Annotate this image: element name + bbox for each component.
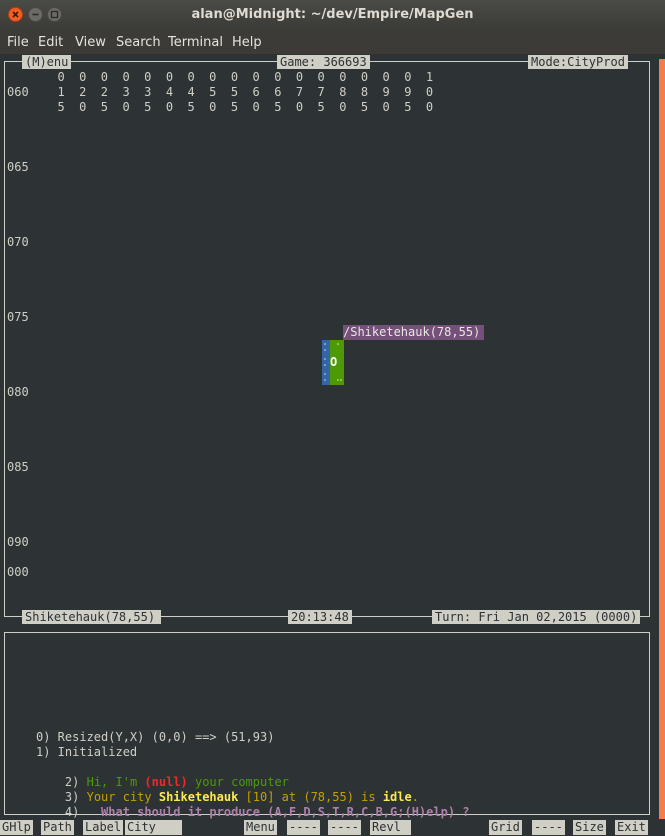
window-title: alan@Midnight: ~/dev/Empire/MapGen [191,7,474,22]
title-bar: alan@Midnight: ~/dev/Empire/MapGen [0,0,665,31]
log-line-0: 0) Resized(Y,X) (0,0) ==> (51,93) [36,730,275,744]
city-status-label: Shiketehauk(78,55) [22,610,161,624]
scrollbar-thumb[interactable] [659,59,665,819]
menu-view[interactable]: View [75,35,106,50]
log-line-3: 3) Your city Shiketehauk [10] at (78,55)… [36,775,419,804]
row-label-000: 000 [7,565,29,579]
log-line-4-prompt: What should it produce (A,F,D,S,T,R,C,B,… [86,805,470,819]
water-dots [324,343,326,381]
row-label-065: 065 [7,160,29,174]
game-id-label: Game: 366693 [277,55,370,69]
city-map-symbol[interactable]: O [330,355,337,370]
log-line-4-number: 4) [64,805,87,819]
menu-bar: File Edit View Search Terminal Help [0,31,665,54]
mode-label: Mode:CityProd [528,55,628,69]
row-label-060: 060 [7,85,29,99]
clock-label: 20:13:48 [288,610,352,624]
menu-hotkey-label[interactable]: (M)enu [22,55,72,69]
row-label-070: 070 [7,235,29,249]
fkey-blank-1[interactable]: ---- [287,820,320,835]
fkey-size[interactable]: Size [573,820,606,835]
city-name-tag[interactable]: /Shiketehauk(78,55) [343,325,484,340]
row-label-080: 080 [7,385,29,399]
menu-file[interactable]: File [7,35,29,50]
fkey-path[interactable]: Path [41,820,74,835]
menu-terminal[interactable]: Terminal [168,35,223,50]
map-frame [4,61,650,617]
fkey-grid[interactable]: Grid [489,820,522,835]
menu-edit[interactable]: Edit [38,35,63,50]
fkey-blank-2[interactable]: ---- [328,820,361,835]
fkey-city[interactable]: City [125,820,182,835]
column-header-row-3: 5 0 5 0 5 0 5 0 5 0 5 0 5 0 5 0 5 0 [43,100,434,114]
log-line-1: 1) Initialized [36,745,138,759]
fkey-label[interactable]: Label [83,820,124,835]
fkey-revl[interactable]: Revl [370,820,411,835]
log-line-2: 2) Hi, I'm (null) your computer [36,760,289,789]
terminal-scrollbar[interactable] [659,54,665,836]
fkey-ghlp[interactable]: GHlp [0,820,33,835]
fkey-menu[interactable]: Menu [244,820,277,835]
log-line-4: 4) What should it produce (A,F,D,S,T,R,C… [36,790,470,819]
menu-search[interactable]: Search [116,35,161,50]
row-label-075: 075 [7,310,29,324]
column-header-row-2: 1 2 2 3 3 4 4 5 5 6 6 7 7 8 8 9 9 0 [43,85,434,99]
menu-help[interactable]: Help [232,35,262,50]
row-label-085: 085 [7,460,29,474]
terminal-area[interactable]: (M)enu Game: 366693 Mode:CityProd 0 0 0 … [0,54,665,836]
row-label-090: 090 [7,535,29,549]
column-header-row-1: 0 0 0 0 0 0 0 0 0 0 0 0 0 0 0 0 0 1 [43,70,434,84]
fkey-exit[interactable]: Exit [615,820,648,835]
fkey-blank-3[interactable]: ---- [532,820,565,835]
turn-label: Turn: Fri Jan 02,2015 (0000) [432,610,641,624]
